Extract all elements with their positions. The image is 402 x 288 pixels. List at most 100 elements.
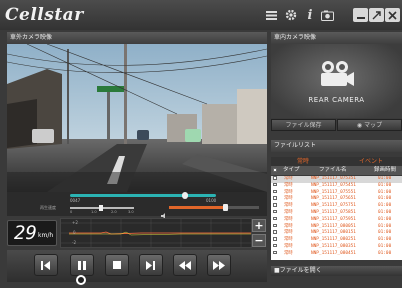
row-duration: 01:00: [378, 216, 392, 222]
list-icon[interactable]: [264, 8, 278, 22]
row-checkbox[interactable]: [273, 230, 277, 234]
plus-icon: +: [254, 219, 264, 232]
row-filename: NNP_151117_075851: [311, 209, 356, 215]
pause-icon: [78, 260, 86, 270]
row-checkbox[interactable]: [273, 250, 277, 255]
seek-knob[interactable]: [182, 192, 189, 199]
row-type: 常時: [284, 243, 293, 249]
camera-snapshot-icon[interactable]: [320, 8, 334, 22]
file-list: 常時 NNP_151117_075351 01:00 常時 NNP_151117_075…: [271, 176, 402, 260]
open-file-label: ファイルを開く: [279, 267, 322, 274]
row-type: 常時: [284, 237, 293, 243]
stop-button[interactable]: [105, 254, 129, 276]
minus-icon: −: [254, 234, 264, 247]
row-checkbox[interactable]: [273, 216, 277, 221]
rear-camera-icon: [321, 61, 354, 86]
frame-forward-icon: [146, 260, 155, 270]
fast-forward-icon: [213, 260, 225, 270]
col-type[interactable]: タイプ: [283, 166, 300, 175]
file-list-header: ファイルリスト: [271, 140, 402, 152]
pause-button[interactable]: [70, 254, 94, 276]
maximize-icon[interactable]: [369, 8, 384, 22]
file-row[interactable]: 常時 NNP_151117_080351 01:00: [271, 243, 402, 251]
speed-unit: km/h: [38, 232, 54, 239]
close-icon[interactable]: [385, 8, 400, 22]
map-icon: ◉: [356, 122, 365, 129]
g-sensor-graph: +2 0 -2: [60, 218, 252, 248]
volume-knob[interactable]: [222, 204, 228, 211]
speed-tick-0: 0: [70, 210, 73, 214]
row-checkbox[interactable]: [273, 176, 277, 180]
row-checkbox[interactable]: [273, 209, 277, 214]
start-time: 0047: [70, 198, 81, 203]
timeline-area: 0047 0100 再生速度 0 1.0 2.0 3.0: [7, 192, 267, 219]
gear-icon[interactable]: [284, 8, 298, 22]
row-type: 常時: [284, 182, 293, 188]
rewind-button[interactable]: [173, 254, 197, 276]
minimize-icon[interactable]: [353, 8, 368, 22]
file-row[interactable]: 常時 NNP_151117_080251 01:00: [271, 237, 402, 244]
row-filename: NNP_151117_075451: [311, 182, 356, 188]
row-filename: NNP_151117_080451: [311, 250, 356, 256]
save-file-button[interactable]: ファイル保存: [271, 119, 336, 131]
app-window: Cellstar i 車外カメラ映像 0047 0100 再生速度 0 1.0 …: [0, 0, 402, 288]
seek-bar[interactable]: [70, 194, 216, 197]
speed-slider-knob[interactable]: [99, 205, 103, 211]
select-all-checkbox[interactable]: [273, 168, 277, 172]
row-checkbox[interactable]: [273, 189, 277, 194]
zoom-out-button[interactable]: −: [252, 234, 266, 247]
row-checkbox[interactable]: [273, 223, 277, 228]
row-filename: NNP_151117_075751: [311, 203, 356, 209]
title-bar: Cellstar i: [0, 0, 402, 30]
row-checkbox[interactable]: [273, 196, 277, 200]
row-filename: NNP_151117_075951: [311, 216, 356, 222]
map-label: マップ: [364, 122, 383, 129]
map-button[interactable]: ◉ マップ: [337, 119, 402, 131]
rear-camera-header: 車内カメラ映像: [271, 32, 402, 44]
col-duration[interactable]: 録画時間: [374, 166, 396, 175]
volume-slider[interactable]: [169, 206, 259, 209]
rewind-icon: [179, 260, 191, 270]
file-row[interactable]: 常時 NNP_151117_075751 01:00: [271, 203, 402, 210]
front-camera-video[interactable]: [7, 44, 267, 192]
row-duration: 01:00: [378, 237, 392, 243]
graph-label-top: +2: [72, 220, 78, 225]
open-file-button[interactable]: ■ファイルを開く: [271, 266, 402, 276]
volume-icon: [161, 204, 167, 219]
file-type-tabs: 常時 イベント: [271, 157, 402, 166]
row-checkbox[interactable]: [273, 243, 277, 248]
tab-normal[interactable]: 常時: [297, 157, 309, 166]
rear-camera-view[interactable]: REAR CAMERA: [271, 44, 402, 118]
file-row[interactable]: 常時 NNP_151117_080451 01:00: [271, 250, 402, 258]
file-list-columns: タイプ ファイル名 録画時間: [271, 166, 402, 175]
info-icon[interactable]: i: [303, 8, 317, 23]
speed-tick-3: 3.0: [128, 210, 134, 214]
file-row[interactable]: 常時 NNP_151117_075351 01:00: [271, 176, 402, 183]
mouse-cursor-indicator: [76, 275, 86, 285]
row-type: 常時: [284, 203, 293, 209]
row-duration: 01:00: [378, 203, 392, 209]
row-filename: NNP_151117_080351: [311, 243, 356, 249]
front-camera-header: 車外カメラ映像: [7, 32, 267, 44]
row-type: 常時: [284, 250, 293, 256]
speedometer: 29 km/h: [7, 220, 57, 246]
file-row[interactable]: 常時 NNP_151117_075951 01:00: [271, 216, 402, 224]
file-row[interactable]: 常時 NNP_151117_075451 01:00: [271, 182, 402, 190]
row-duration: 01:00: [378, 250, 392, 256]
fast-forward-button[interactable]: [207, 254, 231, 276]
row-filename: NNP_151117_080251: [311, 237, 356, 243]
app-logo: Cellstar: [5, 5, 84, 25]
row-type: 常時: [284, 216, 293, 222]
zoom-in-button[interactable]: +: [252, 219, 266, 232]
previous-button[interactable]: [34, 254, 58, 276]
row-checkbox[interactable]: [273, 203, 277, 207]
row-type: 常時: [284, 209, 293, 215]
tab-event[interactable]: イベント: [359, 157, 383, 166]
playback-speed-label: 再生速度: [40, 205, 56, 210]
col-filename[interactable]: ファイル名: [319, 166, 347, 175]
frame-forward-button[interactable]: [139, 254, 163, 276]
row-duration: 01:00: [378, 182, 392, 188]
row-checkbox[interactable]: [273, 237, 277, 241]
file-row[interactable]: 常時 NNP_151117_075851 01:00: [271, 209, 402, 217]
row-checkbox[interactable]: [273, 182, 277, 187]
